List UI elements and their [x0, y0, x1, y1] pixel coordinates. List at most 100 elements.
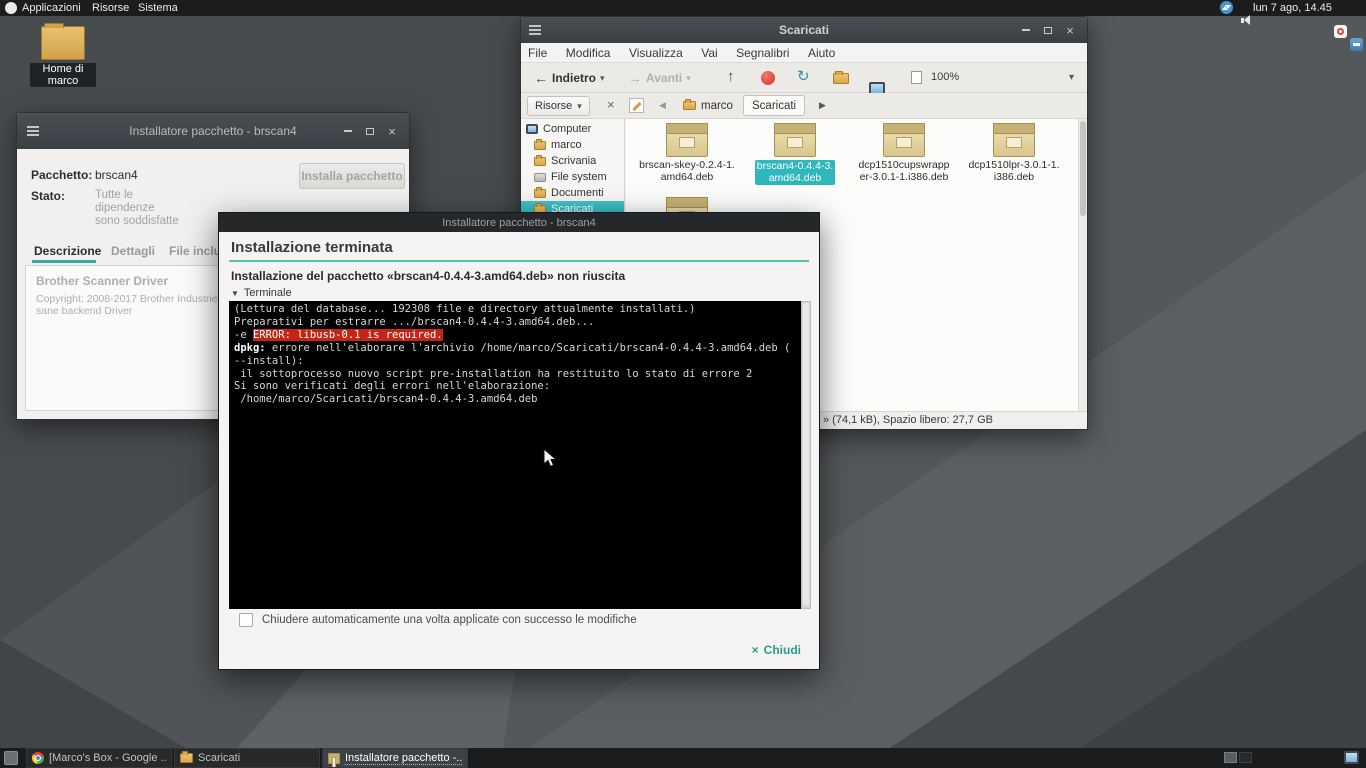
sidebar-item-scrivania[interactable]: Scrivania [534, 153, 596, 169]
minimize-button[interactable] [1015, 17, 1037, 43]
file-name-line: brscan-skey-0.2.4-1. [639, 159, 735, 171]
places-label: Risorse [535, 100, 573, 112]
document-tool-icon[interactable] [911, 71, 922, 84]
places-dropdown[interactable]: Risorse ▾ [527, 96, 590, 116]
deb-package-icon [883, 123, 925, 157]
caret-down-icon: ▾ [577, 100, 582, 111]
maximize-button[interactable] [1037, 17, 1059, 43]
terminal-text: --install): [234, 354, 304, 367]
panel-menu-applicazioni[interactable]: Applicazioni [22, 0, 81, 16]
deb-package-icon [774, 123, 816, 157]
file-item-brscan-skey[interactable]: brscan-skey-0.2.4-1. amd64.deb [637, 123, 737, 185]
workspace-2[interactable] [1239, 752, 1252, 763]
auto-close-checkbox[interactable] [239, 613, 253, 627]
window-menu-icon[interactable] [529, 25, 541, 35]
caret-down-icon: ▾ [686, 72, 691, 83]
file-item-dcp1510lpr[interactable]: dcp1510lpr-3.0.1-1. i386.deb [964, 123, 1064, 185]
scrollbar-thumb[interactable] [803, 303, 809, 605]
menu-file[interactable]: File [521, 43, 554, 63]
scroll-right-icon[interactable]: ▶ [819, 100, 826, 111]
menu-vai[interactable]: Vai [694, 43, 724, 63]
breadcrumb-marco[interactable]: marco [675, 95, 741, 116]
install-result-dialog: Installatore pacchetto - brscan4 Install… [218, 212, 820, 670]
power-indicator-icon[interactable] [1334, 25, 1347, 38]
package-label: Pacchetto: [31, 168, 93, 182]
terminal-line: -e ERROR: libusb-0.1 is required. [234, 328, 796, 342]
refresh-icon[interactable]: ↻ [797, 69, 810, 84]
tab-dettagli[interactable]: Dettagli [111, 244, 155, 258]
terminal-text: il sottoprocesso nuovo script pre-instal… [234, 367, 753, 380]
sidebar-item-marco[interactable]: marco [534, 137, 582, 153]
sidebar-label: marco [551, 139, 582, 151]
panel-menu-risorse[interactable]: Risorse [92, 0, 129, 16]
taskbar-item-browser[interactable]: [Marco's Box - Google ... [26, 748, 172, 768]
taskbar-item-installer[interactable]: Installatore pacchetto -... [322, 748, 468, 768]
terminal-text: -e [234, 328, 253, 341]
sidebar-item-documenti[interactable]: Documenti [534, 185, 604, 201]
breadcrumb-scaricati[interactable]: Scaricati [743, 95, 806, 116]
edit-path-icon[interactable] [629, 98, 644, 113]
menu-visualizza[interactable]: Visualizza [622, 43, 690, 63]
close-label: Chiudi [763, 643, 801, 657]
desktop-home-folder[interactable]: Home di marco [30, 23, 96, 89]
menu-modifica[interactable]: Modifica [559, 43, 618, 63]
workspace-1[interactable] [1224, 752, 1237, 763]
breadcrumb-label: Scaricati [752, 99, 797, 112]
panel-menu-sistema[interactable]: Sistema [138, 0, 178, 16]
terminal-scrollbar[interactable] [801, 301, 811, 609]
session-menu-icon[interactable] [1350, 38, 1363, 51]
volume-icon[interactable] [1241, 15, 1251, 26]
sidebar-label: Scrivania [551, 155, 597, 167]
close-button[interactable]: × [381, 113, 403, 149]
terminal-text: Si sono verificati degli errori nell'ela… [234, 380, 551, 393]
tab-descrizione[interactable]: Descrizione [34, 244, 101, 258]
toolbar-overflow-icon[interactable]: ▾ [1069, 72, 1074, 83]
file-item-brscan4[interactable]: brscan4-0.4.4-3. amd64.deb [745, 123, 845, 186]
show-desktop-icon[interactable] [4, 751, 18, 765]
maximize-button[interactable] [359, 113, 381, 149]
terminal-text: /home/marco/Scaricati/brscan4-0.4.4-3.am… [234, 393, 538, 406]
terminal-line: il sottoprocesso nuovo script pre-instal… [234, 368, 796, 381]
file-item-dcp1510cupswrapper[interactable]: dcp1510cupswrapp er-3.0.1-1.i386.deb [854, 123, 954, 185]
desktop-icon-label: Home di marco [30, 63, 96, 87]
close-pane-icon[interactable]: × [607, 97, 615, 112]
network-icon[interactable] [1220, 1, 1233, 14]
terminal-text: (Lettura del database... 192308 file e d… [234, 303, 696, 315]
sidebar-item-file-system[interactable]: File system [534, 169, 607, 185]
scroll-left-icon[interactable]: ◀ [659, 100, 666, 111]
back-button[interactable]: ← Indietro ▾ [529, 67, 610, 89]
terminal-output[interactable]: (Lettura del database... 192308 file e d… [229, 301, 801, 609]
fm-titlebar[interactable]: Scaricati × [521, 17, 1087, 43]
menu-segnalibri[interactable]: Segnalibri [729, 43, 796, 63]
minimize-button[interactable] [337, 113, 359, 149]
install-package-button[interactable]: Installa pacchetto [299, 163, 405, 189]
forward-icon: → [628, 70, 642, 86]
dialog-titlebar[interactable]: Installatore pacchetto - brscan4 [219, 213, 819, 232]
applications-menu-icon[interactable] [5, 2, 17, 14]
stop-icon[interactable] [761, 71, 775, 85]
checkbox-label: Chiudere automaticamente una volta appli… [262, 614, 637, 626]
scrollbar-thumb[interactable] [1080, 121, 1086, 216]
fm-menubar: File Modifica Visualizza Vai Segnalibri … [521, 43, 1087, 63]
clock[interactable]: lun 7 ago, 14.45 [1253, 0, 1332, 16]
close-dialog-button[interactable]: × Chiudi [752, 643, 801, 657]
up-icon[interactable]: ↑ [727, 69, 735, 84]
maximize-icon [366, 127, 374, 135]
result-message: Installazione del pacchetto «brscan4-0.4… [231, 269, 626, 283]
forward-button[interactable]: → Avanti ▾ [623, 67, 696, 89]
tray-display-icon[interactable] [1344, 751, 1359, 764]
folder-tool-icon[interactable] [833, 71, 849, 84]
active-tab-underline [32, 260, 96, 263]
back-label: Indietro [552, 71, 596, 85]
terminal-expander[interactable]: ▼ Terminale [231, 287, 292, 299]
drive-icon [534, 172, 546, 182]
installer-titlebar[interactable]: Installatore pacchetto - brscan4 × [17, 113, 409, 149]
workspace-switcher[interactable] [1224, 752, 1252, 763]
minimize-icon [344, 130, 352, 132]
sidebar-item-computer[interactable]: Computer [526, 121, 591, 137]
menu-aiuto[interactable]: Aiuto [801, 43, 842, 63]
file-list-scrollbar[interactable] [1078, 119, 1087, 411]
window-menu-icon[interactable] [27, 126, 39, 136]
taskbar-item-scaricati[interactable]: Scaricati [174, 748, 320, 768]
close-button[interactable]: × [1059, 17, 1081, 43]
